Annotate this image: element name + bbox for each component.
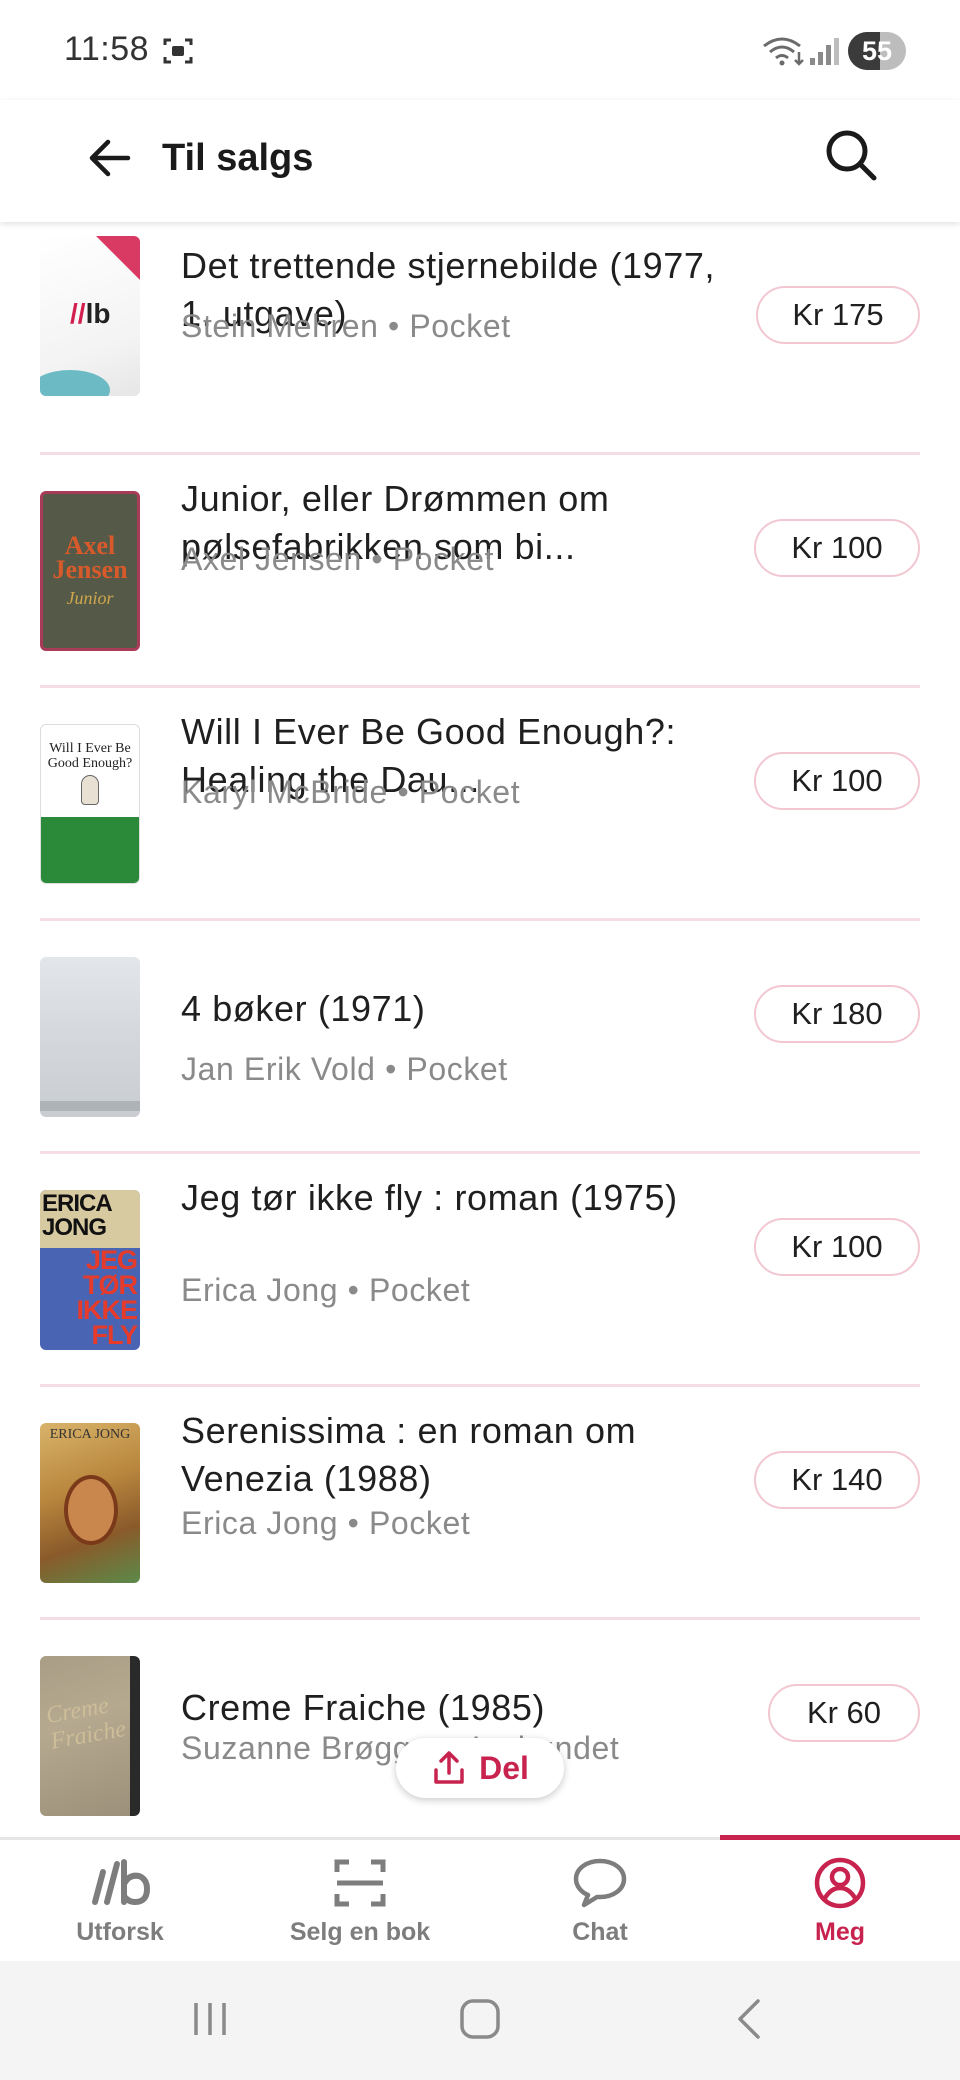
share-label: Del — [479, 1749, 529, 1786]
arrow-left-icon — [89, 139, 131, 177]
book-format: Pocket — [409, 308, 511, 344]
price-badge: Kr 100 — [754, 519, 920, 577]
book-row[interactable]: 4 bøker (1971) Jan Erik Vold • Pocket Kr… — [40, 921, 920, 1154]
search-button[interactable] — [816, 120, 886, 190]
book-row[interactable]: Creme Fraiche Creme Fraiche (1985) Suzan… — [40, 1620, 920, 1837]
book-format: Pocket — [368, 1505, 471, 1541]
nav-label: Selg en bok — [289, 1918, 431, 1946]
wifi-icon — [763, 37, 804, 66]
nav-label: Chat — [572, 1918, 628, 1946]
status-time: 11:58 — [64, 30, 150, 68]
book-author: Karyl McBride — [181, 774, 388, 810]
book-row[interactable]: //lb Det trettende stjernebilde (1977, 1… — [40, 222, 920, 455]
book-cover: ERICA JONG JEG TØR IKKE FLY — [40, 1190, 140, 1350]
book-meta: Erica Jong • Pocket — [181, 1272, 471, 1308]
book-format: Pocket — [368, 1272, 471, 1308]
book-meta: Axel Jensen • Pocket — [181, 541, 495, 577]
chevron-left-icon — [738, 1999, 760, 2039]
scan-icon — [334, 1859, 386, 1907]
price-badge: Kr 100 — [754, 752, 920, 810]
recent-apps-button[interactable] — [170, 1989, 250, 2049]
book-format: Pocket — [418, 774, 521, 810]
chat-bubble-icon — [573, 1858, 627, 1908]
book-title: Serenissima : en roman om Venezia (1988) — [181, 1410, 637, 1499]
home-icon — [460, 1999, 500, 2039]
app-bar: Til salgs — [0, 100, 960, 222]
book-row[interactable]: Axel Jensen Junior Junior, eller Drømmen… — [40, 455, 920, 688]
book-author: Jan Erik Vold — [181, 1051, 376, 1087]
price-badge: Kr 60 — [768, 1684, 920, 1742]
signal-icon — [810, 38, 839, 65]
system-back-button[interactable] — [708, 1989, 788, 2049]
price-badge: Kr 100 — [754, 1218, 920, 1276]
price-badge: Kr 175 — [756, 286, 920, 344]
book-row[interactable]: Will I Ever Be Good Enough? Will I Ever … — [40, 688, 920, 921]
status-bar: 11:58 55 — [0, 0, 960, 100]
book-title: Creme Fraiche (1985) — [181, 1687, 546, 1728]
book-row[interactable]: ERICA JONG JEG TØR IKKE FLY Jeg tør ikke fly… — [40, 1154, 920, 1387]
book-cover: Will I Ever Be Good Enough? — [40, 724, 140, 884]
book-format: Pocket — [406, 1051, 508, 1087]
home-button[interactable] — [440, 1989, 520, 2049]
search-icon — [826, 130, 877, 181]
share-icon — [434, 1751, 464, 1784]
share-button[interactable]: Del — [396, 1738, 564, 1798]
book-title: 4 bøker (1971) — [181, 988, 426, 1029]
back-button[interactable] — [78, 126, 142, 190]
book-row[interactable]: ERICA JONG Serenissima : en roman om Ven… — [40, 1387, 920, 1620]
nav-item-chat[interactable]: Chat — [480, 1840, 720, 1964]
battery-indicator: 55 — [848, 32, 906, 70]
nav-item-utforsk[interactable]: Utforsk — [0, 1840, 240, 1964]
book-author: Stein Mehren — [181, 308, 379, 344]
nav-item-meg[interactable]: Meg — [720, 1840, 960, 1964]
bottom-nav: Utforsk Selg en bok Chat Meg — [0, 1835, 960, 1964]
lb-logo-icon — [92, 1859, 151, 1906]
book-meta: Stein Mehren • Pocket — [181, 308, 511, 344]
recent-apps-icon — [194, 2003, 226, 2035]
price-badge: Kr 140 — [754, 1451, 920, 1509]
book-author: Erica Jong — [181, 1272, 339, 1308]
nav-item-selg-en-bok[interactable]: Selg en bok — [240, 1840, 480, 1964]
system-nav-bar — [0, 1961, 960, 2080]
book-cover — [40, 957, 140, 1117]
book-cover: Creme Fraiche — [40, 1656, 140, 1816]
price-badge: Kr 180 — [754, 985, 920, 1043]
nav-label: Utforsk — [76, 1918, 164, 1946]
book-format: Pocket — [392, 541, 495, 577]
book-meta: Erica Jong • Pocket — [181, 1505, 471, 1541]
battery-percent: 55 — [861, 35, 893, 66]
page-title: Til salgs — [162, 137, 314, 179]
book-meta: Jan Erik Vold • Pocket — [181, 1051, 508, 1087]
book-list: //lb Det trettende stjernebilde (1977, 1… — [0, 222, 960, 1837]
book-meta: Karyl McBride • Pocket — [181, 774, 521, 810]
nav-label: Meg — [815, 1918, 865, 1946]
screenshot-icon — [163, 38, 193, 64]
book-cover: ERICA JONG — [40, 1423, 140, 1583]
lb-logo: //lb — [70, 298, 111, 329]
book-cover: //lb — [40, 236, 140, 396]
book-title: Jeg tør ikke fly : roman (1975) — [181, 1177, 678, 1218]
book-author: Axel Jensen — [181, 541, 362, 577]
profile-icon — [814, 1857, 866, 1909]
book-cover: Axel Jensen Junior — [40, 491, 140, 651]
book-author: Erica Jong — [181, 1505, 339, 1541]
